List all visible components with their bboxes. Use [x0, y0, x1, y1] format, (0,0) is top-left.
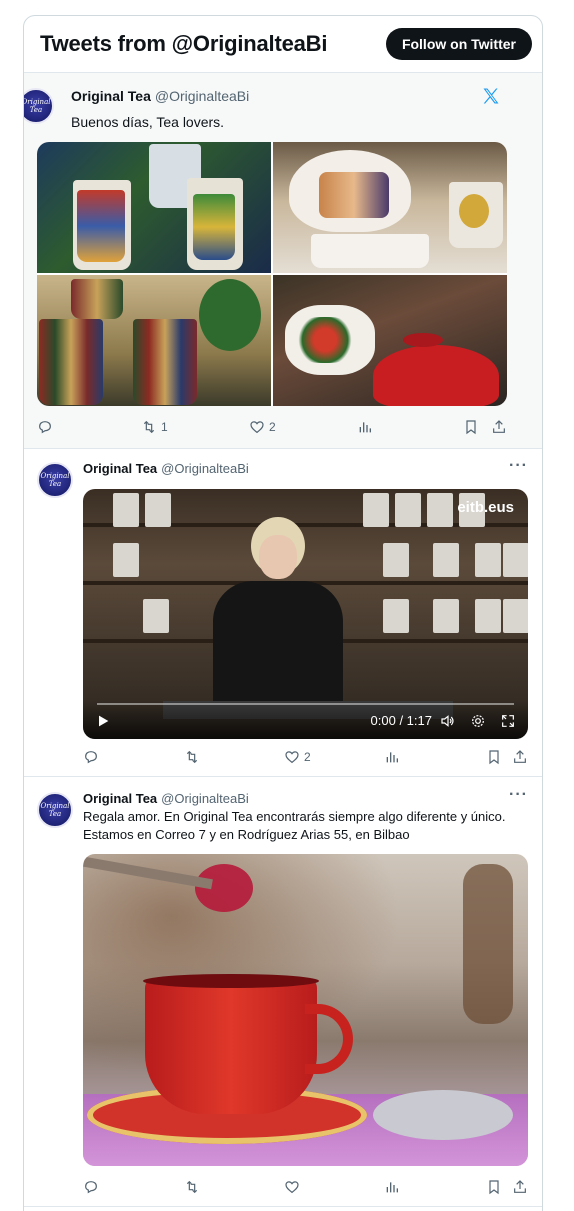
heart-icon — [285, 751, 299, 764]
video-controls — [83, 701, 528, 739]
views-button[interactable] — [384, 1179, 400, 1195]
author-handle[interactable]: @OriginalteaBi — [155, 88, 249, 104]
share-button[interactable] — [512, 749, 528, 765]
share-button[interactable] — [491, 419, 507, 435]
volume-icon[interactable] — [440, 713, 456, 729]
bookmark-button[interactable] — [463, 419, 479, 435]
avatar-logo-text: Original Tea — [23, 98, 51, 114]
tweet-2[interactable]: Original Tea Original Tea @OriginalteaBi … — [24, 449, 542, 777]
video-progress-bar[interactable] — [97, 703, 514, 705]
retweet-icon — [186, 750, 198, 764]
share-icon — [493, 420, 505, 433]
tweet-video-player[interactable]: eitb.eus 0:00 / 1:17 — [83, 489, 528, 739]
tweet-image-cat-teapot[interactable] — [273, 142, 507, 273]
timeline-header: Tweets from @OriginalteaBi Follow on Twi… — [24, 16, 542, 73]
x-logo-icon[interactable] — [481, 86, 501, 106]
bookmark-icon — [489, 1180, 499, 1195]
retweet-button[interactable] — [184, 749, 204, 765]
author-name[interactable]: Original Tea — [71, 88, 151, 104]
fullscreen-icon[interactable] — [500, 713, 516, 729]
like-button[interactable] — [284, 1179, 304, 1195]
retweet-icon — [186, 1180, 198, 1194]
tweet-author[interactable]: Original Tea @OriginalteaBi — [83, 461, 249, 476]
tweet-1[interactable]: Original Tea Original Tea @OriginalteaBi … — [23, 73, 542, 449]
twitter-timeline-widget: Tweets from @OriginalteaBi Follow on Twi… — [23, 15, 543, 1211]
bookmark-icon — [489, 750, 499, 765]
reply-icon — [39, 421, 51, 434]
author-name[interactable]: Original Tea — [83, 791, 157, 806]
tweet-author[interactable]: Original Tea @OriginalteaBi — [71, 88, 249, 106]
tweet-image-red-teapot[interactable] — [273, 275, 507, 406]
reply-icon — [85, 1181, 97, 1194]
author-handle[interactable]: @OriginalteaBi — [161, 791, 249, 806]
reply-button[interactable] — [37, 419, 57, 435]
follow-on-twitter-button[interactable]: Follow on Twitter — [385, 28, 532, 60]
author-name[interactable]: Original Tea — [83, 461, 157, 476]
tweet-text-line-2: Estamos en Correo 7 y en Rodríguez Arias… — [83, 827, 410, 842]
avatar-logo-text: Original Tea — [40, 802, 70, 818]
tweet-author[interactable]: Original Tea @OriginalteaBi — [83, 790, 249, 808]
like-count: 2 — [269, 420, 276, 434]
tweet-actions: 2 — [24, 749, 542, 769]
share-icon — [514, 1180, 526, 1193]
retweet-button[interactable] — [184, 1179, 204, 1195]
heart-icon — [285, 1181, 299, 1194]
video-watermark: eitb.eus — [457, 499, 514, 516]
retweet-icon — [143, 420, 155, 434]
avatar-logo-text: Original Tea — [40, 472, 70, 488]
video-person — [203, 517, 353, 717]
share-button[interactable] — [512, 1179, 528, 1195]
play-icon[interactable] — [95, 713, 111, 729]
views-button[interactable] — [357, 419, 373, 435]
bookmark-button[interactable] — [486, 749, 502, 765]
heart-icon — [250, 421, 264, 434]
share-icon — [514, 750, 526, 763]
avatar[interactable]: Original Tea — [37, 462, 73, 498]
views-button[interactable] — [384, 749, 400, 765]
tweet-text-line-1: Regala amor. En Original Tea encontrarás… — [83, 809, 506, 824]
tweet-image-mugs[interactable] — [37, 142, 271, 273]
like-count: 2 — [304, 750, 311, 764]
bookmark-button[interactable] — [486, 1179, 502, 1195]
views-icon — [386, 752, 398, 763]
reply-icon — [85, 751, 97, 764]
tweet-actions — [24, 1179, 542, 1199]
more-options-button[interactable]: ··· — [509, 457, 528, 475]
avatar[interactable]: Original Tea — [23, 88, 54, 124]
timeline-title: Tweets from @OriginalteaBi — [40, 31, 328, 56]
video-time: 0:00 / 1:17 — [370, 713, 432, 728]
retweet-count: 1 — [161, 420, 168, 434]
retweet-button[interactable]: 1 — [141, 419, 168, 435]
tweet-image-grid[interactable] — [37, 142, 507, 406]
reply-button[interactable] — [83, 1179, 103, 1195]
views-icon — [386, 1182, 398, 1193]
tweet-image-book-mugs[interactable] — [37, 275, 271, 406]
bookmark-icon — [466, 420, 476, 435]
avatar[interactable]: Original Tea — [37, 792, 73, 828]
author-handle[interactable]: @OriginalteaBi — [161, 461, 249, 476]
views-icon — [359, 422, 371, 433]
like-button[interactable]: 2 — [249, 419, 276, 435]
tweet-text: Buenos días, Tea lovers. — [71, 114, 225, 130]
tweet-image-red-teacup[interactable] — [83, 854, 528, 1166]
settings-gear-icon[interactable] — [470, 713, 486, 729]
tweet-3[interactable]: Original Tea Original Tea @OriginalteaBi … — [24, 777, 542, 1207]
tweet-actions: 1 2 — [24, 419, 542, 439]
like-button[interactable]: 2 — [284, 749, 311, 765]
reply-button[interactable] — [83, 749, 103, 765]
more-options-button[interactable]: ··· — [509, 786, 528, 804]
